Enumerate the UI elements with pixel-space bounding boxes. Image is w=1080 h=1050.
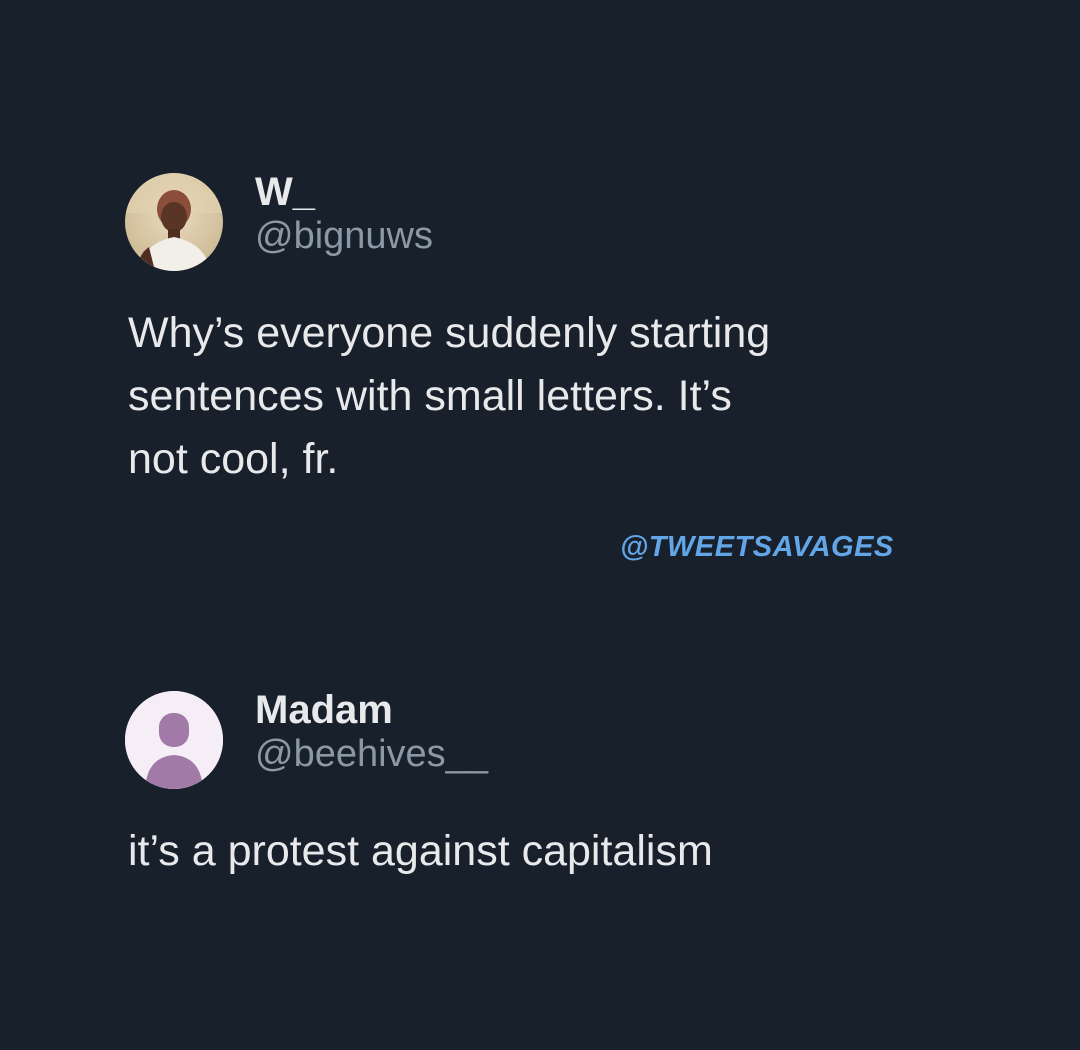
user-handle[interactable]: @beehives__ xyxy=(255,732,488,776)
watermark: @TWEETSAVAGES xyxy=(620,531,894,563)
avatar[interactable] xyxy=(125,691,223,789)
default-profile-icon xyxy=(125,691,223,789)
display-name[interactable]: W_ xyxy=(255,170,433,214)
author-info: Madam @beehives__ xyxy=(255,688,488,776)
author-info: W_ @bignuws xyxy=(255,170,433,258)
tweet-text: Why’s everyone suddenly starting sentenc… xyxy=(128,309,771,483)
profile-photo-icon xyxy=(125,173,223,271)
avatar[interactable] xyxy=(125,173,223,271)
display-name[interactable]: Madam xyxy=(255,688,488,732)
tweet-text: it’s a protest against capitalism xyxy=(128,827,713,875)
user-handle[interactable]: @bignuws xyxy=(255,214,433,258)
